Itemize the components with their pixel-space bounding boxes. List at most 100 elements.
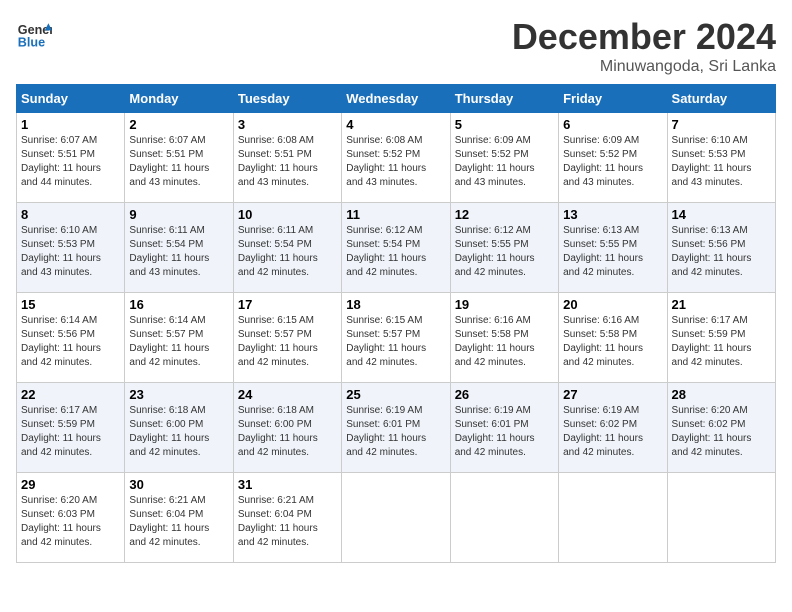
day-info: Sunrise: 6:08 AMSunset: 5:52 PMDaylight:… <box>346 134 445 190</box>
day-number: 20 <box>563 297 662 312</box>
day-info: Sunrise: 6:21 AMSunset: 6:04 PMDaylight:… <box>238 494 337 550</box>
logo: General Blue <box>16 16 52 52</box>
calendar-cell: 6Sunrise: 6:09 AMSunset: 5:52 PMDaylight… <box>559 113 667 203</box>
day-number: 24 <box>238 387 337 402</box>
day-info: Sunrise: 6:18 AMSunset: 6:00 PMDaylight:… <box>129 404 228 460</box>
day-info: Sunrise: 6:08 AMSunset: 5:51 PMDaylight:… <box>238 134 337 190</box>
day-info: Sunrise: 6:16 AMSunset: 5:58 PMDaylight:… <box>563 314 662 370</box>
day-info: Sunrise: 6:07 AMSunset: 5:51 PMDaylight:… <box>129 134 228 190</box>
day-number: 7 <box>672 117 771 132</box>
svg-text:Blue: Blue <box>18 36 45 50</box>
day-number: 11 <box>346 207 445 222</box>
day-header-wednesday: Wednesday <box>342 85 450 113</box>
day-number: 8 <box>21 207 120 222</box>
calendar-cell: 9 Sunrise: 6:11 AMSunset: 5:54 PMDaylight… <box>125 203 233 293</box>
day-header-saturday: Saturday <box>667 85 775 113</box>
day-number: 29 <box>21 477 120 492</box>
day-number: 19 <box>455 297 554 312</box>
day-number: 30 <box>129 477 228 492</box>
day-number: 25 <box>346 387 445 402</box>
day-info: Sunrise: 6:19 AMSunset: 6:01 PMDaylight:… <box>346 404 445 460</box>
calendar-cell: 10 Sunrise: 6:11 AMSunset: 5:54 PMDayligh… <box>233 203 341 293</box>
day-info: Sunrise: 6:13 AMSunset: 5:55 PMDaylight:… <box>563 224 662 280</box>
calendar-cell <box>559 473 667 563</box>
calendar-cell: 28Sunrise: 6:20 AMSunset: 6:02 PMDayligh… <box>667 383 775 473</box>
day-number: 27 <box>563 387 662 402</box>
day-number: 4 <box>346 117 445 132</box>
day-number: 10 <box>238 207 337 222</box>
day-number: 26 <box>455 387 554 402</box>
calendar-cell: 4 Sunrise: 6:08 AMSunset: 5:52 PMDaylight… <box>342 113 450 203</box>
day-number: 13 <box>563 207 662 222</box>
day-header-friday: Friday <box>559 85 667 113</box>
day-header-sunday: Sunday <box>17 85 125 113</box>
day-info: Sunrise: 6:11 AMSunset: 5:54 PMDaylight:… <box>129 224 228 280</box>
day-header-tuesday: Tuesday <box>233 85 341 113</box>
day-number: 1 <box>21 117 120 132</box>
calendar-cell <box>667 473 775 563</box>
calendar-cell: 18 Sunrise: 6:15 AMSunset: 5:57 PMDayligh… <box>342 293 450 383</box>
calendar-week-3: 15 Sunrise: 6:14 AMSunset: 5:56 PMDayligh… <box>17 293 776 383</box>
calendar-cell: 11 Sunrise: 6:12 AMSunset: 5:54 PMDayligh… <box>342 203 450 293</box>
day-number: 28 <box>672 387 771 402</box>
day-info: Sunrise: 6:09 AMSunset: 5:52 PMDaylight:… <box>455 134 554 190</box>
day-info: Sunrise: 6:18 AMSunset: 6:00 PMDaylight:… <box>238 404 337 460</box>
calendar-cell: 8Sunrise: 6:10 AMSunset: 5:53 PMDaylight… <box>17 203 125 293</box>
calendar-cell: 29Sunrise: 6:20 AMSunset: 6:03 PMDayligh… <box>17 473 125 563</box>
calendar-cell: 24 Sunrise: 6:18 AMSunset: 6:00 PMDayligh… <box>233 383 341 473</box>
calendar-cell: 3 Sunrise: 6:08 AMSunset: 5:51 PMDaylight… <box>233 113 341 203</box>
location-title: Minuwangoda, Sri Lanka <box>512 58 776 76</box>
title-area: December 2024 Minuwangoda, Sri Lanka <box>512 16 776 76</box>
day-info: Sunrise: 6:07 AMSunset: 5:51 PMDaylight:… <box>21 134 120 190</box>
calendar-cell: 13 Sunrise: 6:13 AMSunset: 5:55 PMDayligh… <box>559 203 667 293</box>
calendar-cell: 23Sunrise: 6:18 AMSunset: 6:00 PMDayligh… <box>125 383 233 473</box>
calendar-cell: 26Sunrise: 6:19 AMSunset: 6:01 PMDayligh… <box>450 383 558 473</box>
day-info: Sunrise: 6:14 AMSunset: 5:56 PMDaylight:… <box>21 314 120 370</box>
calendar-cell: 1 Sunrise: 6:07 AMSunset: 5:51 PMDaylight… <box>17 113 125 203</box>
day-info: Sunrise: 6:17 AMSunset: 5:59 PMDaylight:… <box>672 314 771 370</box>
day-info: Sunrise: 6:12 AMSunset: 5:54 PMDaylight:… <box>346 224 445 280</box>
calendar-cell: 17 Sunrise: 6:15 AMSunset: 5:57 PMDayligh… <box>233 293 341 383</box>
day-number: 21 <box>672 297 771 312</box>
calendar-cell: 27Sunrise: 6:19 AMSunset: 6:02 PMDayligh… <box>559 383 667 473</box>
day-number: 18 <box>346 297 445 312</box>
day-info: Sunrise: 6:15 AMSunset: 5:57 PMDaylight:… <box>238 314 337 370</box>
day-info: Sunrise: 6:09 AMSunset: 5:52 PMDaylight:… <box>563 134 662 190</box>
calendar-cell: 22Sunrise: 6:17 AMSunset: 5:59 PMDayligh… <box>17 383 125 473</box>
day-info: Sunrise: 6:12 AMSunset: 5:55 PMDaylight:… <box>455 224 554 280</box>
day-number: 17 <box>238 297 337 312</box>
day-header-monday: Monday <box>125 85 233 113</box>
day-number: 9 <box>129 207 228 222</box>
logo-icon: General Blue <box>16 16 52 52</box>
day-number: 16 <box>129 297 228 312</box>
day-info: Sunrise: 6:13 AMSunset: 5:56 PMDaylight:… <box>672 224 771 280</box>
calendar-cell: 5 Sunrise: 6:09 AMSunset: 5:52 PMDaylight… <box>450 113 558 203</box>
day-info: Sunrise: 6:21 AMSunset: 6:04 PMDaylight:… <box>129 494 228 550</box>
day-number: 31 <box>238 477 337 492</box>
day-info: Sunrise: 6:15 AMSunset: 5:57 PMDaylight:… <box>346 314 445 370</box>
calendar-cell: 7Sunrise: 6:10 AMSunset: 5:53 PMDaylight… <box>667 113 775 203</box>
calendar-cell: 2 Sunrise: 6:07 AMSunset: 5:51 PMDaylight… <box>125 113 233 203</box>
day-number: 3 <box>238 117 337 132</box>
calendar-cell: 20 Sunrise: 6:16 AMSunset: 5:58 PMDayligh… <box>559 293 667 383</box>
calendar-cell: 31 Sunrise: 6:21 AMSunset: 6:04 PMDayligh… <box>233 473 341 563</box>
day-header-thursday: Thursday <box>450 85 558 113</box>
calendar-cell: 14 Sunrise: 6:13 AMSunset: 5:56 PMDayligh… <box>667 203 775 293</box>
calendar-week-5: 29Sunrise: 6:20 AMSunset: 6:03 PMDayligh… <box>17 473 776 563</box>
header-row: SundayMondayTuesdayWednesdayThursdayFrid… <box>17 85 776 113</box>
calendar-cell <box>342 473 450 563</box>
day-number: 5 <box>455 117 554 132</box>
day-info: Sunrise: 6:14 AMSunset: 5:57 PMDaylight:… <box>129 314 228 370</box>
calendar-cell: 12 Sunrise: 6:12 AMSunset: 5:55 PMDayligh… <box>450 203 558 293</box>
day-number: 12 <box>455 207 554 222</box>
day-info: Sunrise: 6:17 AMSunset: 5:59 PMDaylight:… <box>21 404 120 460</box>
calendar-cell: 21 Sunrise: 6:17 AMSunset: 5:59 PMDayligh… <box>667 293 775 383</box>
day-number: 2 <box>129 117 228 132</box>
calendar-cell: 19Sunrise: 6:16 AMSunset: 5:58 PMDayligh… <box>450 293 558 383</box>
calendar-week-2: 8Sunrise: 6:10 AMSunset: 5:53 PMDaylight… <box>17 203 776 293</box>
calendar-cell: 25 Sunrise: 6:19 AMSunset: 6:01 PMDayligh… <box>342 383 450 473</box>
day-number: 14 <box>672 207 771 222</box>
day-number: 15 <box>21 297 120 312</box>
header: General Blue December 2024 Minuwangoda, … <box>16 16 776 76</box>
day-info: Sunrise: 6:11 AMSunset: 5:54 PMDaylight:… <box>238 224 337 280</box>
